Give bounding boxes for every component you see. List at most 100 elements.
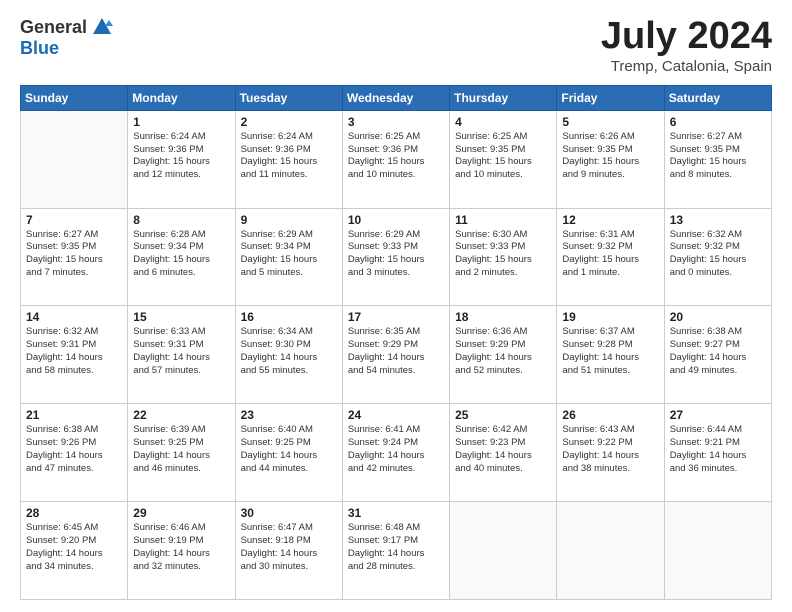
calendar-header-monday: Monday bbox=[128, 85, 235, 110]
day-info: Sunrise: 6:40 AM Sunset: 9:25 PM Dayligh… bbox=[241, 424, 337, 475]
calendar-week-2: 7Sunrise: 6:27 AM Sunset: 9:35 PM Daylig… bbox=[21, 208, 772, 306]
day-info: Sunrise: 6:41 AM Sunset: 9:24 PM Dayligh… bbox=[348, 424, 444, 475]
subtitle: Tremp, Catalonia, Spain bbox=[601, 58, 772, 75]
day-number: 15 bbox=[133, 310, 229, 324]
calendar-cell: 22 Sunrise: 6:39 AM Sunset: 9:25 PM Dayli… bbox=[128, 404, 235, 502]
calendar-cell: 15 Sunrise: 6:33 AM Sunset: 9:31 PM Dayli… bbox=[128, 306, 235, 404]
day-info: Sunrise: 6:31 AM Sunset: 9:32 PM Dayligh… bbox=[562, 229, 658, 280]
day-info: Sunrise: 6:44 AM Sunset: 9:21 PM Dayligh… bbox=[670, 424, 766, 475]
day-number: 29 bbox=[133, 506, 229, 520]
day-number: 20 bbox=[670, 310, 766, 324]
calendar-cell: 9 Sunrise: 6:29 AM Sunset: 9:34 PM Daylig… bbox=[235, 208, 342, 306]
calendar-header-sunday: Sunday bbox=[21, 85, 128, 110]
day-info: Sunrise: 6:39 AM Sunset: 9:25 PM Dayligh… bbox=[133, 424, 229, 475]
calendar-cell: 16 Sunrise: 6:34 AM Sunset: 9:30 PM Dayli… bbox=[235, 306, 342, 404]
day-number: 2 bbox=[241, 115, 337, 129]
calendar-table: SundayMondayTuesdayWednesdayThursdayFrid… bbox=[20, 85, 772, 600]
calendar-cell: 1 Sunrise: 6:24 AM Sunset: 9:36 PM Daylig… bbox=[128, 110, 235, 208]
day-info: Sunrise: 6:26 AM Sunset: 9:35 PM Dayligh… bbox=[562, 131, 658, 182]
calendar-cell: 2 Sunrise: 6:24 AM Sunset: 9:36 PM Daylig… bbox=[235, 110, 342, 208]
day-info: Sunrise: 6:24 AM Sunset: 9:36 PM Dayligh… bbox=[241, 131, 337, 182]
day-number: 11 bbox=[455, 213, 551, 227]
day-number: 31 bbox=[348, 506, 444, 520]
calendar-cell: 28 Sunrise: 6:45 AM Sunset: 9:20 PM Dayli… bbox=[21, 502, 128, 600]
calendar-cell bbox=[557, 502, 664, 600]
day-number: 12 bbox=[562, 213, 658, 227]
calendar-cell: 30Sunrise: 6:47 AM Sunset: 9:18 PM Dayli… bbox=[235, 502, 342, 600]
calendar-cell: 8 Sunrise: 6:28 AM Sunset: 9:34 PM Daylig… bbox=[128, 208, 235, 306]
title-block: July 2024 Tremp, Catalonia, Spain bbox=[601, 16, 772, 75]
day-info: Sunrise: 6:43 AM Sunset: 9:22 PM Dayligh… bbox=[562, 424, 658, 475]
calendar-cell: 13 Sunrise: 6:32 AM Sunset: 9:32 PM Dayli… bbox=[664, 208, 771, 306]
calendar-cell: 10 Sunrise: 6:29 AM Sunset: 9:33 PM Dayli… bbox=[342, 208, 449, 306]
day-number: 26 bbox=[562, 408, 658, 422]
calendar-cell: 31 Sunrise: 6:48 AM Sunset: 9:17 PM Dayli… bbox=[342, 502, 449, 600]
day-number: 5 bbox=[562, 115, 658, 129]
calendar-week-5: 28 Sunrise: 6:45 AM Sunset: 9:20 PM Dayli… bbox=[21, 502, 772, 600]
day-number: 22 bbox=[133, 408, 229, 422]
page: General Blue July 2024 Tremp, Catalonia,… bbox=[0, 0, 792, 612]
day-info: Sunrise: 6:38 AM Sunset: 9:26 PM Dayligh… bbox=[26, 424, 122, 475]
calendar-cell: 19Sunrise: 6:37 AM Sunset: 9:28 PM Dayli… bbox=[557, 306, 664, 404]
day-number: 16 bbox=[241, 310, 337, 324]
calendar-cell: 4Sunrise: 6:25 AM Sunset: 9:35 PM Daylig… bbox=[450, 110, 557, 208]
calendar-cell: 25 Sunrise: 6:42 AM Sunset: 9:23 PM Dayli… bbox=[450, 404, 557, 502]
day-number: 3 bbox=[348, 115, 444, 129]
calendar-cell: 7Sunrise: 6:27 AM Sunset: 9:35 PM Daylig… bbox=[21, 208, 128, 306]
day-info: Sunrise: 6:24 AM Sunset: 9:36 PM Dayligh… bbox=[133, 131, 229, 182]
logo-blue: Blue bbox=[20, 38, 59, 58]
day-info: Sunrise: 6:38 AM Sunset: 9:27 PM Dayligh… bbox=[670, 326, 766, 377]
day-number: 28 bbox=[26, 506, 122, 520]
day-info: Sunrise: 6:46 AM Sunset: 9:19 PM Dayligh… bbox=[133, 522, 229, 573]
calendar-cell: 17 Sunrise: 6:35 AM Sunset: 9:29 PM Dayli… bbox=[342, 306, 449, 404]
day-number: 25 bbox=[455, 408, 551, 422]
day-number: 27 bbox=[670, 408, 766, 422]
calendar-cell: 3 Sunrise: 6:25 AM Sunset: 9:36 PM Daylig… bbox=[342, 110, 449, 208]
day-info: Sunrise: 6:27 AM Sunset: 9:35 PM Dayligh… bbox=[670, 131, 766, 182]
calendar-cell: 21 Sunrise: 6:38 AM Sunset: 9:26 PM Dayli… bbox=[21, 404, 128, 502]
day-number: 1 bbox=[133, 115, 229, 129]
calendar-header-saturday: Saturday bbox=[664, 85, 771, 110]
calendar-cell bbox=[21, 110, 128, 208]
day-number: 8 bbox=[133, 213, 229, 227]
calendar-header-tuesday: Tuesday bbox=[235, 85, 342, 110]
calendar-cell: 6Sunrise: 6:27 AM Sunset: 9:35 PM Daylig… bbox=[664, 110, 771, 208]
day-number: 21 bbox=[26, 408, 122, 422]
day-info: Sunrise: 6:45 AM Sunset: 9:20 PM Dayligh… bbox=[26, 522, 122, 573]
day-info: Sunrise: 6:25 AM Sunset: 9:36 PM Dayligh… bbox=[348, 131, 444, 182]
day-number: 23 bbox=[241, 408, 337, 422]
day-number: 10 bbox=[348, 213, 444, 227]
day-info: Sunrise: 6:42 AM Sunset: 9:23 PM Dayligh… bbox=[455, 424, 551, 475]
calendar-cell: 20 Sunrise: 6:38 AM Sunset: 9:27 PM Dayli… bbox=[664, 306, 771, 404]
day-number: 9 bbox=[241, 213, 337, 227]
day-info: Sunrise: 6:48 AM Sunset: 9:17 PM Dayligh… bbox=[348, 522, 444, 573]
day-info: Sunrise: 6:34 AM Sunset: 9:30 PM Dayligh… bbox=[241, 326, 337, 377]
day-number: 14 bbox=[26, 310, 122, 324]
day-info: Sunrise: 6:25 AM Sunset: 9:35 PM Dayligh… bbox=[455, 131, 551, 182]
calendar-cell: 27 Sunrise: 6:44 AM Sunset: 9:21 PM Dayli… bbox=[664, 404, 771, 502]
calendar-header-friday: Friday bbox=[557, 85, 664, 110]
day-info: Sunrise: 6:35 AM Sunset: 9:29 PM Dayligh… bbox=[348, 326, 444, 377]
day-number: 13 bbox=[670, 213, 766, 227]
calendar-header-wednesday: Wednesday bbox=[342, 85, 449, 110]
day-info: Sunrise: 6:29 AM Sunset: 9:33 PM Dayligh… bbox=[348, 229, 444, 280]
logo: General Blue bbox=[20, 16, 113, 59]
day-info: Sunrise: 6:28 AM Sunset: 9:34 PM Dayligh… bbox=[133, 229, 229, 280]
day-info: Sunrise: 6:36 AM Sunset: 9:29 PM Dayligh… bbox=[455, 326, 551, 377]
day-number: 17 bbox=[348, 310, 444, 324]
day-info: Sunrise: 6:30 AM Sunset: 9:33 PM Dayligh… bbox=[455, 229, 551, 280]
day-info: Sunrise: 6:33 AM Sunset: 9:31 PM Dayligh… bbox=[133, 326, 229, 377]
calendar-cell: 26 Sunrise: 6:43 AM Sunset: 9:22 PM Dayli… bbox=[557, 404, 664, 502]
logo-icon bbox=[91, 16, 113, 38]
calendar-week-4: 21 Sunrise: 6:38 AM Sunset: 9:26 PM Dayli… bbox=[21, 404, 772, 502]
header: General Blue July 2024 Tremp, Catalonia,… bbox=[20, 16, 772, 75]
main-title: July 2024 bbox=[601, 16, 772, 58]
calendar-cell: 14Sunrise: 6:32 AM Sunset: 9:31 PM Dayli… bbox=[21, 306, 128, 404]
day-info: Sunrise: 6:29 AM Sunset: 9:34 PM Dayligh… bbox=[241, 229, 337, 280]
calendar-cell: 24Sunrise: 6:41 AM Sunset: 9:24 PM Dayli… bbox=[342, 404, 449, 502]
calendar-cell: 5 Sunrise: 6:26 AM Sunset: 9:35 PM Daylig… bbox=[557, 110, 664, 208]
day-number: 30 bbox=[241, 506, 337, 520]
calendar-header-thursday: Thursday bbox=[450, 85, 557, 110]
calendar-cell bbox=[664, 502, 771, 600]
day-info: Sunrise: 6:32 AM Sunset: 9:32 PM Dayligh… bbox=[670, 229, 766, 280]
